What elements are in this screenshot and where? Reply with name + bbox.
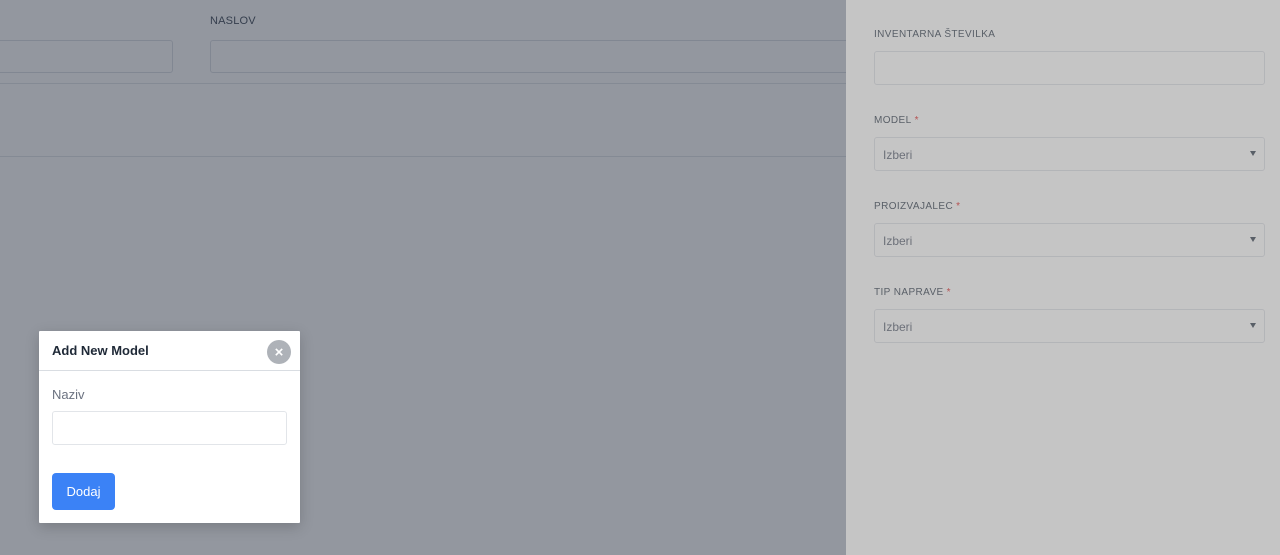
close-button[interactable]: × <box>267 340 291 364</box>
name-input[interactable] <box>52 411 287 445</box>
add-button[interactable]: Dodaj <box>52 473 115 510</box>
dialog-title: Add New Model <box>52 343 149 358</box>
dialog-header: Add New Model × <box>39 331 300 371</box>
side-panel-backdrop[interactable] <box>846 0 1280 555</box>
app-screen: NASLOV INVENTARNA ŠTEVILKA MODEL * Izberi… <box>0 0 1280 555</box>
close-icon: × <box>274 343 284 361</box>
add-model-dialog: Add New Model × Naziv Dodaj <box>39 331 300 523</box>
name-label: Naziv <box>52 387 85 402</box>
device-side-panel: INVENTARNA ŠTEVILKA MODEL * Izberi PROIZV… <box>846 0 1280 555</box>
